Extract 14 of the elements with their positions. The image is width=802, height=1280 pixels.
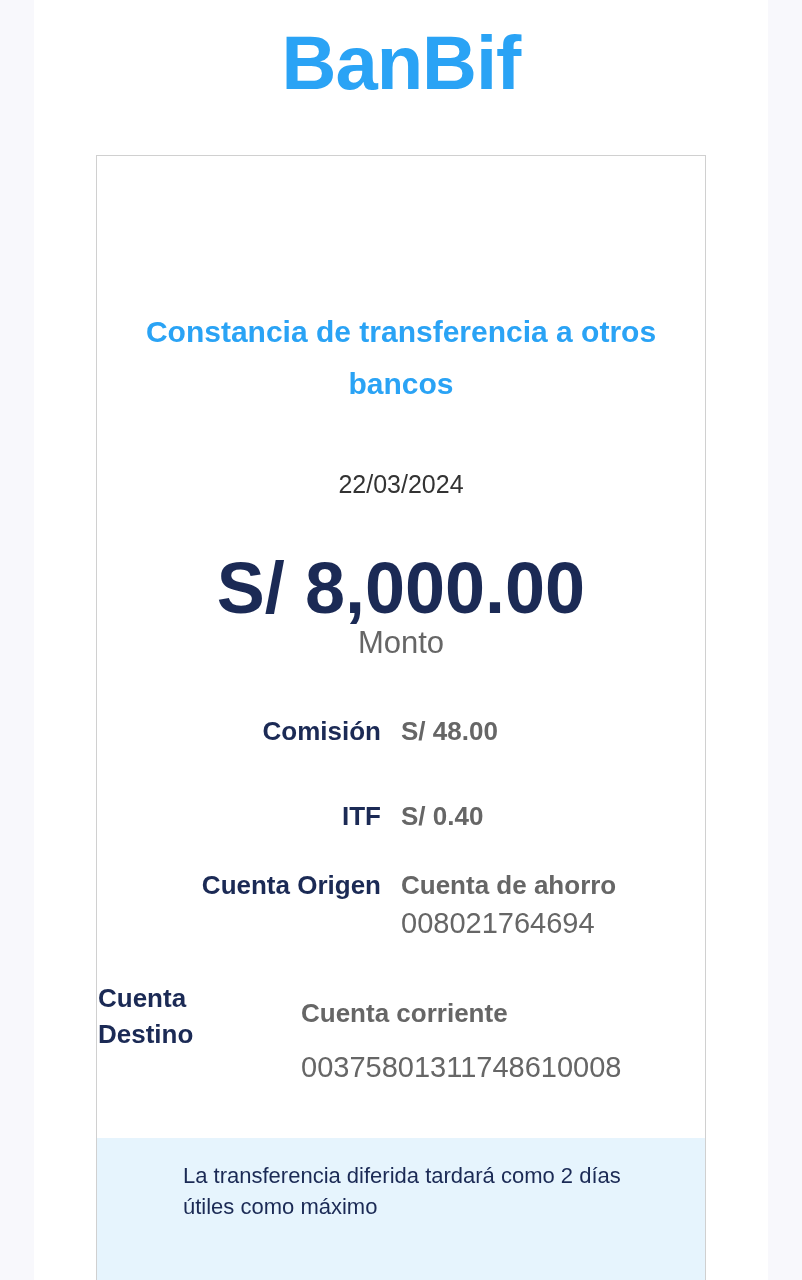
detail-value: Cuenta corriente (301, 998, 509, 1029)
detail-value: Cuenta de ahorro (401, 870, 618, 901)
logo: BanBif (281, 19, 521, 107)
detail-label: Comisión (261, 716, 381, 747)
account-number: 00375801311748610008 (301, 1051, 623, 1084)
transfer-date: 22/03/2024 (337, 470, 465, 499)
detail-label: ITF (341, 801, 381, 832)
receipt-title: Constancia de transferencia a otros bancos (144, 314, 658, 402)
detail-value: S/ 48.00 (401, 716, 499, 747)
detail-label: Cuenta Origen (200, 870, 381, 902)
detail-label: Cuenta Destino (98, 982, 195, 1051)
detail-value: S/ 0.40 (401, 801, 485, 832)
account-number: 008021764694 (401, 907, 596, 940)
notice-text: La transferencia diferida tardará como 2 días útiles como máximo (183, 1162, 622, 1221)
